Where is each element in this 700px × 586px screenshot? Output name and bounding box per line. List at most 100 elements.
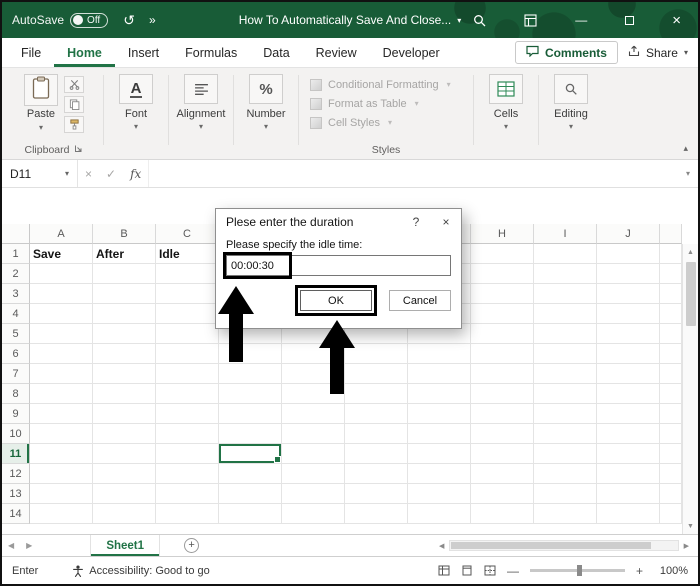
cell-partial-5[interactable] (660, 324, 682, 344)
cell-partial-7[interactable] (660, 364, 682, 384)
cell-D13[interactable] (219, 484, 282, 504)
cell-partial-6[interactable] (660, 344, 682, 364)
cell-I10[interactable] (534, 424, 597, 444)
tab-review[interactable]: Review (303, 38, 370, 67)
horizontal-scroll-thumb[interactable] (451, 542, 652, 549)
alignment-group-label[interactable]: Alignment (177, 108, 226, 120)
cell-B7[interactable] (93, 364, 156, 384)
cell-H9[interactable] (471, 404, 534, 424)
next-sheet-icon[interactable]: ▶ (20, 541, 38, 550)
cell-B2[interactable] (93, 264, 156, 284)
cell-B6[interactable] (93, 344, 156, 364)
maximize-button[interactable] (618, 15, 641, 25)
cell-F13[interactable] (345, 484, 408, 504)
cell-styles-button[interactable]: Cell Styles ▾ (310, 113, 466, 132)
cell-G7[interactable] (408, 364, 471, 384)
cell-J14[interactable] (597, 504, 660, 524)
cell-C9[interactable] (156, 404, 219, 424)
cell-A6[interactable] (30, 344, 93, 364)
cell-I9[interactable] (534, 404, 597, 424)
cell-D11[interactable] (219, 444, 282, 464)
cell-A14[interactable] (30, 504, 93, 524)
cell-partial-13[interactable] (660, 484, 682, 504)
copy-button[interactable] (64, 96, 84, 113)
cell-I2[interactable] (534, 264, 597, 284)
cell-B1[interactable]: After (93, 244, 156, 264)
row-header-7[interactable]: 7 (2, 364, 30, 384)
cell-H6[interactable] (471, 344, 534, 364)
cell-H11[interactable] (471, 444, 534, 464)
editing-button[interactable] (554, 74, 588, 104)
scroll-left-icon[interactable]: ◀ (434, 542, 449, 550)
cell-E12[interactable] (282, 464, 345, 484)
scroll-right-icon[interactable]: ▶ (679, 542, 694, 550)
cell-C4[interactable] (156, 304, 219, 324)
font-group-label[interactable]: Font (125, 108, 147, 120)
horizontal-scrollbar[interactable]: ◀ ▶ (434, 540, 694, 551)
editing-group-label[interactable]: Editing (554, 108, 588, 120)
cell-B13[interactable] (93, 484, 156, 504)
cell-J1[interactable] (597, 244, 660, 264)
cell-C8[interactable] (156, 384, 219, 404)
cell-H8[interactable] (471, 384, 534, 404)
formula-input[interactable] (148, 160, 678, 187)
cell-A12[interactable] (30, 464, 93, 484)
cell-J8[interactable] (597, 384, 660, 404)
cell-E6[interactable] (282, 344, 345, 364)
cell-H7[interactable] (471, 364, 534, 384)
scroll-up-icon[interactable]: ▲ (687, 244, 694, 260)
cell-E8[interactable] (282, 384, 345, 404)
cell-F11[interactable] (345, 444, 408, 464)
select-all-corner[interactable] (2, 224, 30, 244)
normal-view-icon[interactable] (438, 565, 450, 576)
cell-A10[interactable] (30, 424, 93, 444)
clipboard-dialog-launcher-icon[interactable] (74, 144, 83, 156)
cell-B8[interactable] (93, 384, 156, 404)
cell-G8[interactable] (408, 384, 471, 404)
cell-partial-11[interactable] (660, 444, 682, 464)
row-header-13[interactable]: 13 (2, 484, 30, 504)
cell-A3[interactable] (30, 284, 93, 304)
cell-C14[interactable] (156, 504, 219, 524)
cell-G13[interactable] (408, 484, 471, 504)
cell-H2[interactable] (471, 264, 534, 284)
cell-F8[interactable] (345, 384, 408, 404)
cell-C12[interactable] (156, 464, 219, 484)
cell-G14[interactable] (408, 504, 471, 524)
cell-A11[interactable] (30, 444, 93, 464)
alignment-button[interactable] (184, 74, 218, 104)
row-header-5[interactable]: 5 (2, 324, 30, 344)
cell-G12[interactable] (408, 464, 471, 484)
paste-button[interactable] (24, 74, 58, 106)
cell-partial-8[interactable] (660, 384, 682, 404)
tab-data[interactable]: Data (250, 38, 302, 67)
zoom-percentage[interactable]: 100% (654, 565, 688, 577)
column-header-partial[interactable] (660, 224, 682, 244)
cell-F9[interactable] (345, 404, 408, 424)
cell-J12[interactable] (597, 464, 660, 484)
cell-D6[interactable] (219, 344, 282, 364)
cell-partial-1[interactable] (660, 244, 682, 264)
cell-G11[interactable] (408, 444, 471, 464)
cell-I4[interactable] (534, 304, 597, 324)
cell-partial-9[interactable] (660, 404, 682, 424)
cell-I14[interactable] (534, 504, 597, 524)
cell-H12[interactable] (471, 464, 534, 484)
cell-D12[interactable] (219, 464, 282, 484)
chevron-down-icon[interactable]: ▾ (134, 122, 138, 131)
column-header-B[interactable]: B (93, 224, 156, 244)
minimize-button[interactable]: — (568, 13, 594, 27)
cell-C11[interactable] (156, 444, 219, 464)
cell-F7[interactable] (345, 364, 408, 384)
search-icon[interactable] (466, 14, 493, 27)
ribbon-display-options-icon[interactable] (517, 13, 544, 27)
chevron-down-icon[interactable]: ▾ (199, 122, 203, 131)
cell-G10[interactable] (408, 424, 471, 444)
cell-E7[interactable] (282, 364, 345, 384)
chevron-down-icon[interactable]: ▾ (264, 122, 268, 131)
collapse-ribbon-icon[interactable]: ▴ (683, 143, 688, 154)
cells-button[interactable] (489, 74, 523, 104)
cell-F6[interactable] (345, 344, 408, 364)
cell-J2[interactable] (597, 264, 660, 284)
cell-J6[interactable] (597, 344, 660, 364)
